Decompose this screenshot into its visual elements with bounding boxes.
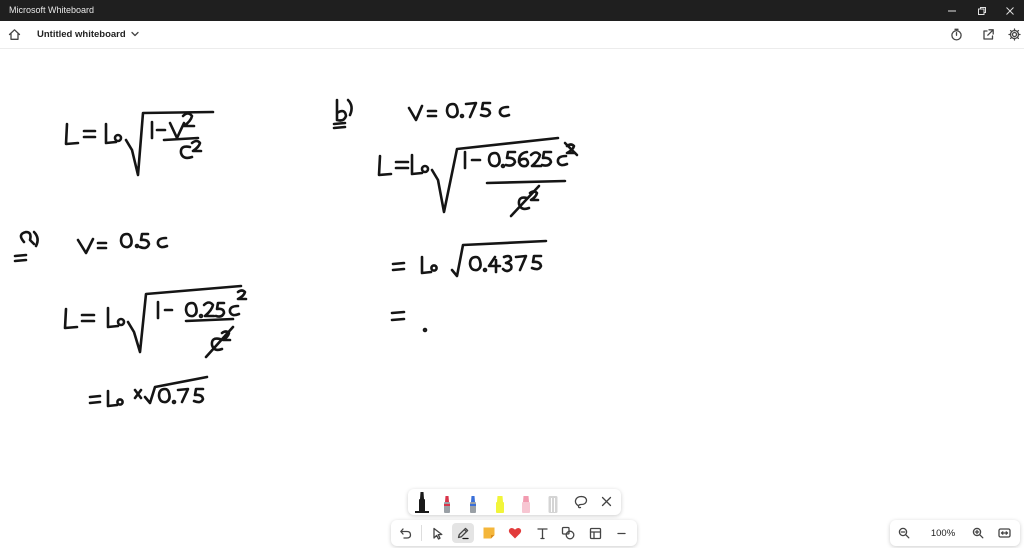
app-bar: Untitled whiteboard bbox=[0, 21, 1024, 49]
main-toolbar bbox=[391, 520, 637, 546]
restore-button[interactable] bbox=[968, 0, 996, 21]
zoom-out-icon bbox=[898, 527, 910, 539]
whiteboard-canvas[interactable] bbox=[0, 48, 1024, 548]
pointer-icon bbox=[432, 527, 442, 540]
zoom-level[interactable]: 100% bbox=[928, 528, 958, 539]
title-bar: Microsoft Whiteboard bbox=[0, 0, 1024, 21]
home-button[interactable] bbox=[5, 25, 23, 43]
home-icon bbox=[8, 28, 20, 40]
close-icon bbox=[1006, 6, 1014, 15]
restore-icon bbox=[978, 6, 986, 15]
select-button[interactable] bbox=[426, 523, 448, 543]
red-pen-icon[interactable] bbox=[439, 491, 455, 513]
pen-tool-button[interactable] bbox=[452, 523, 474, 543]
zoom-in-icon bbox=[972, 527, 984, 539]
pen-icon bbox=[457, 527, 469, 540]
toolbar-divider bbox=[421, 525, 422, 541]
share-icon bbox=[982, 28, 994, 40]
lasso-icon[interactable] bbox=[574, 495, 588, 509]
templates-button[interactable] bbox=[584, 523, 606, 543]
zoom-out-button[interactable] bbox=[896, 525, 912, 541]
settings-button[interactable] bbox=[1006, 26, 1022, 42]
close-window-button[interactable] bbox=[996, 0, 1024, 21]
timer-icon bbox=[950, 28, 962, 41]
shapes-icon bbox=[561, 526, 575, 540]
undo-button[interactable] bbox=[394, 523, 416, 543]
sticky-note-icon bbox=[483, 527, 495, 539]
close-icon[interactable] bbox=[600, 495, 613, 508]
board-title[interactable]: Untitled whiteboard bbox=[37, 29, 126, 40]
text-icon bbox=[536, 527, 548, 539]
share-button[interactable] bbox=[980, 26, 996, 42]
heart-icon bbox=[508, 528, 522, 539]
pen-tray bbox=[408, 489, 621, 515]
eraser-icon[interactable] bbox=[545, 491, 561, 513]
chevron-down-icon[interactable] bbox=[130, 29, 140, 39]
minimize-button[interactable] bbox=[938, 0, 966, 21]
template-icon bbox=[589, 527, 601, 539]
shapes-button[interactable] bbox=[557, 523, 579, 543]
text-button[interactable] bbox=[531, 523, 553, 543]
minimize-icon bbox=[948, 10, 956, 11]
black-pen-icon[interactable] bbox=[414, 491, 430, 513]
more-icon bbox=[616, 532, 626, 534]
fit-screen-icon bbox=[997, 528, 1011, 538]
zoom-controls: 100% bbox=[890, 520, 1020, 546]
blue-pen-icon[interactable] bbox=[465, 491, 481, 513]
yellow-highlighter-icon[interactable] bbox=[492, 491, 508, 513]
reaction-button[interactable] bbox=[504, 523, 526, 543]
gear-icon bbox=[1007, 27, 1021, 41]
more-tools-button[interactable] bbox=[610, 523, 632, 543]
zoom-in-button[interactable] bbox=[970, 525, 986, 541]
fit-to-screen-button[interactable] bbox=[996, 525, 1012, 541]
app-title: Microsoft Whiteboard bbox=[9, 5, 95, 15]
sticky-note-button[interactable] bbox=[478, 523, 500, 543]
pink-highlighter-icon[interactable] bbox=[518, 491, 534, 513]
undo-icon bbox=[399, 527, 411, 539]
timer-button[interactable] bbox=[948, 26, 964, 42]
